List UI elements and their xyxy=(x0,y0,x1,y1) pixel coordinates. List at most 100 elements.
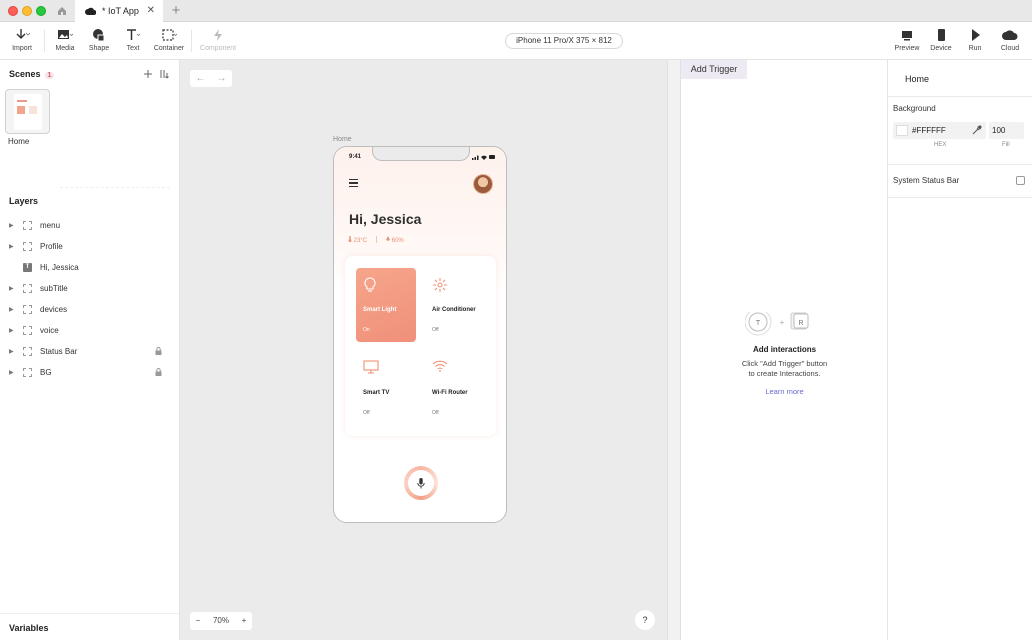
frame-label[interactable]: Home xyxy=(333,136,352,143)
expand-triangle-icon[interactable]: ▶ xyxy=(9,369,19,376)
expand-triangle-icon[interactable]: ▶ xyxy=(9,348,19,355)
layer-item-subtitle[interactable]: ▶ subTitle xyxy=(0,278,179,298)
scene-thumbnail-home[interactable] xyxy=(5,89,50,134)
document-tab-label: * IoT App xyxy=(102,6,139,16)
close-tab-icon[interactable]: ✕ xyxy=(147,5,155,16)
container-icon xyxy=(23,346,32,356)
history-nav: ← → xyxy=(190,70,232,87)
trigger-response-icon: T + R xyxy=(745,312,809,336)
status-icons xyxy=(472,155,495,160)
zoom-out-button[interactable]: − xyxy=(190,612,206,630)
droplet-icon xyxy=(386,236,390,241)
expand-triangle-icon[interactable]: ▶ xyxy=(9,306,19,313)
phone-notch xyxy=(372,147,470,161)
zoom-window-button[interactable] xyxy=(36,6,46,16)
layer-item-devices[interactable]: ▶ devices xyxy=(0,299,179,319)
expand-triangle-icon[interactable]: ▶ xyxy=(9,285,19,292)
layer-item-profile[interactable]: ▶ Profile xyxy=(0,236,179,256)
device-tile-smart-light[interactable]: Smart Light On xyxy=(356,268,416,342)
properties-title: Home xyxy=(905,74,930,84)
component-label: Component xyxy=(199,45,237,52)
zoom-level[interactable]: 70% xyxy=(206,612,236,630)
layer-item-voice[interactable]: ▶ voice xyxy=(0,320,179,340)
divider xyxy=(888,197,1032,198)
new-tab-button[interactable]: + xyxy=(168,2,184,20)
minimize-window-button[interactable] xyxy=(22,6,32,16)
help-button[interactable]: ? xyxy=(635,610,655,630)
status-bar-checkbox[interactable] xyxy=(1016,176,1025,185)
add-scene-icon[interactable] xyxy=(144,70,152,78)
home-tab[interactable] xyxy=(50,0,74,22)
container-button[interactable]: Container xyxy=(149,28,189,52)
scenes-count-badge: 1 xyxy=(44,72,55,79)
layer-item-menu[interactable]: ▶ menu xyxy=(0,215,179,235)
text-icon xyxy=(127,29,141,40)
expand-triangle-icon[interactable]: ▶ xyxy=(9,243,19,250)
device-tile-wifi-router[interactable]: Wi-Fi Router Off xyxy=(425,351,485,425)
fan-icon xyxy=(433,278,447,292)
document-tab[interactable]: * IoT App ✕ xyxy=(75,0,163,22)
component-button[interactable]: Component xyxy=(198,28,238,52)
device-tile-smart-tv[interactable]: Smart TV Off xyxy=(356,351,416,425)
lock-icon[interactable] xyxy=(155,368,162,376)
forward-arrow-icon[interactable]: → xyxy=(211,70,232,87)
expand-triangle-icon[interactable]: ▶ xyxy=(9,327,19,334)
run-button[interactable]: Run xyxy=(955,28,995,52)
lock-icon[interactable] xyxy=(155,347,162,355)
sort-icon[interactable] xyxy=(160,69,171,79)
layer-item-bg[interactable]: ▶ BG xyxy=(0,362,179,382)
variables-section[interactable]: Variables xyxy=(0,613,179,640)
avatar[interactable] xyxy=(473,174,493,194)
image-icon xyxy=(58,30,73,39)
panel-resize-handle[interactable] xyxy=(667,60,681,640)
divider xyxy=(888,164,1032,165)
wifi-icon xyxy=(432,360,448,372)
monitor-icon xyxy=(902,31,912,41)
divider xyxy=(888,96,1032,97)
subtitle-stats: 23°C 60% xyxy=(348,236,404,244)
toolbar-divider xyxy=(191,30,192,52)
container-label: Container xyxy=(153,45,185,52)
background-hex-input[interactable]: #FFFFFF xyxy=(893,122,986,139)
back-arrow-icon[interactable]: ← xyxy=(190,70,211,87)
media-label: Media xyxy=(55,45,75,52)
lightbulb-icon xyxy=(364,277,376,292)
import-icon xyxy=(16,29,30,39)
description-line: Click "Add Trigger" button xyxy=(741,359,828,368)
device-selector[interactable]: iPhone 11 Pro/X 375 × 812 xyxy=(505,33,623,49)
microphone-icon xyxy=(417,477,425,488)
scenes-header: Scenes 1 xyxy=(9,69,55,79)
text-button[interactable]: Text xyxy=(113,28,153,52)
temperature-value: 23°C xyxy=(353,238,368,244)
plus-glyph: + xyxy=(780,318,785,327)
cloud-button[interactable]: Cloud xyxy=(990,28,1030,52)
voice-button[interactable] xyxy=(404,466,438,500)
close-window-button[interactable] xyxy=(8,6,18,16)
description-line: to create Interactions. xyxy=(748,369,821,378)
learn-more-link[interactable]: Learn more xyxy=(681,387,888,396)
add-trigger-button[interactable]: Add Trigger xyxy=(681,60,747,79)
devices-card: Smart Light On Air Conditioner Off Smart… xyxy=(345,256,496,436)
layer-label: devices xyxy=(40,304,68,314)
layer-label: menu xyxy=(40,220,61,230)
design-canvas[interactable]: ← → Home 9:41 Hi, Jessica 23°C 60% Smart… xyxy=(180,60,667,640)
container-icon xyxy=(23,367,32,377)
menu-icon[interactable] xyxy=(349,179,358,189)
response-glyph: R xyxy=(798,320,803,327)
fill-opacity-input[interactable]: 100 xyxy=(989,122,1024,139)
layer-item-status-bar[interactable]: ▶ Status Bar xyxy=(0,341,179,361)
phone-frame-home[interactable]: 9:41 Hi, Jessica 23°C 60% Smart Light On… xyxy=(333,146,507,523)
zoom-in-button[interactable]: + xyxy=(236,612,252,630)
color-swatch[interactable] xyxy=(896,125,908,136)
temperature-stat: 23°C xyxy=(348,236,367,244)
expand-triangle-icon[interactable]: ▶ xyxy=(9,222,19,229)
layer-label: Status Bar xyxy=(40,346,78,356)
device-tile-air-conditioner[interactable]: Air Conditioner Off xyxy=(425,268,485,342)
thermometer-icon xyxy=(348,236,352,242)
tv-icon xyxy=(363,360,379,374)
background-label: Background xyxy=(893,104,936,113)
layer-item-greeting[interactable]: T Hi, Jessica xyxy=(0,257,179,277)
import-button[interactable]: Import xyxy=(2,28,42,52)
window-tab-bar: * IoT App ✕ + xyxy=(0,0,1032,22)
eyedropper-icon[interactable] xyxy=(972,125,982,135)
